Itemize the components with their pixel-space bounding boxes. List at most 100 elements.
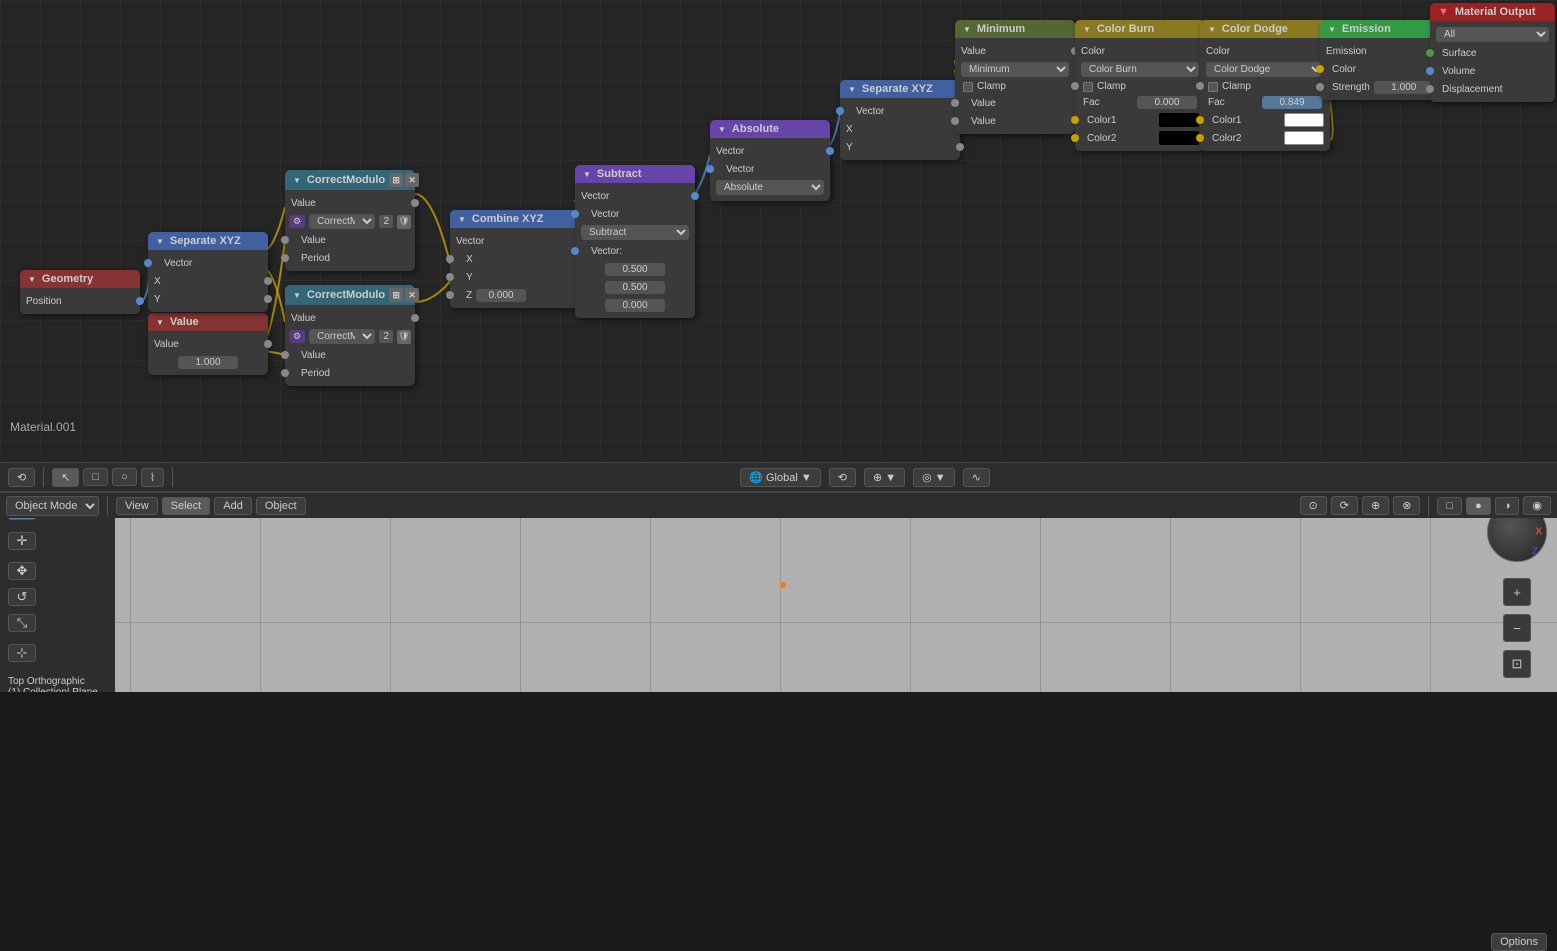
node-correct-mod-2-copy-btn[interactable]: ⊞ [389,288,403,302]
node-correct-mod-1-close-btn[interactable]: ✕ [405,173,419,187]
combine-xyz-z-input[interactable] [476,289,526,302]
socket-sep1-y-out[interactable] [264,295,272,303]
socket-combine-y-in[interactable] [446,273,454,281]
socket-absolute-vector-in[interactable] [706,165,714,173]
socket-cmod2-period-in[interactable] [281,369,289,377]
vp-tool-move[interactable]: ✥ [8,562,36,580]
color-dodge-color1-swatch[interactable] [1284,113,1324,127]
node-correct-mod-1-copy-btn[interactable]: ⊞ [389,173,403,187]
color-dodge-clamp-checkbox[interactable] [1208,82,1218,92]
vp-select-btn[interactable]: Select [162,497,211,515]
subtract-dropdown[interactable]: Subtract [581,225,689,240]
color-dodge-fac-input[interactable] [1262,96,1322,109]
toolbar-global-btn[interactable]: 🌐 Global ▼ [740,468,821,487]
minimum-dropdown[interactable]: Minimum [961,62,1069,77]
material-output-dropdown[interactable]: All [1436,27,1549,42]
color-burn-color2-swatch[interactable] [1159,131,1199,145]
socket-color-burn-fac-in[interactable] [1071,82,1079,90]
socket-value-out[interactable] [264,340,272,348]
socket-position-out[interactable] [136,297,144,305]
socket-sep2-y-out[interactable] [956,143,964,151]
vp-tool-scale[interactable]: ⤡ [8,614,36,632]
vp-solid-btn[interactable]: ● [1466,497,1491,515]
socket-color-dodge-color1-in[interactable] [1196,116,1204,124]
socket-emission-strength-in[interactable] [1316,83,1324,91]
correct-mod-1-icon[interactable]: ⚙ [289,215,305,228]
node-value[interactable]: ▼ Value Value [148,313,268,375]
color-burn-dropdown[interactable]: Color Burn [1081,62,1199,77]
socket-subtract-vector-out[interactable] [691,192,699,200]
vp-tool-cursor[interactable]: ✛ [8,532,36,550]
color-dodge-color2-swatch[interactable] [1284,131,1324,145]
toolbar-icon-btn[interactable]: ⟲ [8,468,35,487]
vp-frame-btn[interactable]: ⊡ [1503,650,1531,678]
node-sep-xyz-1[interactable]: ▼ Separate XYZ Vector X Y [148,232,268,312]
color-burn-fac-input[interactable] [1137,96,1197,109]
correct-mod-2-shield-btn[interactable]: 🛡 [397,330,411,344]
node-subtract[interactable]: ▼ Subtract Vector Vector Subtract Vector… [575,165,695,318]
toolbar-select-box[interactable]: □ [83,468,108,486]
correct-mod-1-dropdown[interactable]: CorrectMod... [309,214,375,229]
socket-color-dodge-color2-in[interactable] [1196,134,1204,142]
absolute-dropdown[interactable]: Absolute [716,180,824,195]
correct-mod-1-shield-btn[interactable]: 🛡 [397,215,411,229]
vp-proportional-btn[interactable]: ⊗ [1393,496,1420,515]
toolbar-select-cursor[interactable]: ↖ [52,468,79,487]
correct-mod-2-dropdown[interactable]: CorrectMod... [309,329,375,344]
vp-zoom-in-btn[interactable]: + [1503,578,1531,606]
vp-object-btn[interactable]: Object [256,497,306,515]
node-color-burn[interactable]: ▼ Color Burn Color Color Burn Clamp Fac [1075,20,1205,151]
socket-minimum-value-in[interactable] [951,99,959,107]
socket-cmod1-value-in[interactable] [281,236,289,244]
socket-absolute-vector-out[interactable] [826,147,834,155]
node-sep-xyz-2[interactable]: ▼ Separate XYZ Vector X Y [840,80,960,160]
socket-material-volume-in[interactable] [1426,67,1434,75]
viewport[interactable]: ↖ ✛ ✥ ↺ ⤡ ⊹ Top Orthographic (1) Collect… [0,492,1557,692]
vp-wireframe-btn[interactable]: □ [1437,497,1462,515]
socket-sep1-vector-in[interactable] [144,259,152,267]
vp-tool-transform[interactable]: ⊹ [8,644,36,662]
toolbar-select-circle[interactable]: ○ [112,468,137,486]
node-geometry[interactable]: ▼ Geometry Position [20,270,140,314]
options-button[interactable]: Options [1491,933,1547,951]
socket-material-displacement-in[interactable] [1426,85,1434,93]
vp-view-btn[interactable]: View [116,497,158,515]
node-emission[interactable]: ▼ Emission Emission Color Strength [1320,20,1440,100]
vp-gizmo-btn[interactable]: ⟳ [1331,496,1358,515]
minimum-clamp-checkbox[interactable] [963,82,973,92]
vp-zoom-out-btn[interactable]: − [1503,614,1531,642]
socket-cmod2-value-out[interactable] [411,314,419,322]
vp-overlay-btn[interactable]: ⊙ [1300,496,1327,515]
node-absolute[interactable]: ▼ Absolute Vector Vector Absolute [710,120,830,201]
socket-minimum-value2-in[interactable] [951,117,959,125]
node-minimum[interactable]: ▼ Minimum Value Minimum Clamp Value [955,20,1075,134]
socket-emission-color-in[interactable] [1316,65,1324,73]
node-editor[interactable]: ▼ Geometry Position ▼ Value Value [0,0,1557,462]
vp-snap-btn[interactable]: ⊕ [1362,496,1389,515]
viewport-object-mode-select[interactable]: Object Mode [6,496,99,516]
socket-sep1-x-out[interactable] [264,277,272,285]
toolbar-select-lasso[interactable]: ⌇ [141,468,164,487]
node-material-output[interactable]: ▼ Material Output All Surface Volume Dis… [1430,3,1555,102]
socket-subtract-vector2-in[interactable] [571,247,579,255]
socket-cmod1-period-in[interactable] [281,254,289,262]
vp-tool-rotate[interactable]: ↺ [8,588,36,606]
node-combine-xyz[interactable]: ▼ Combine XYZ Vector X Y Z [450,210,580,308]
node-collapse-arrow[interactable]: ▼ [28,275,36,284]
socket-sep2-vector-in[interactable] [836,107,844,115]
socket-color-burn-color2-in[interactable] [1071,134,1079,142]
node-value-input[interactable] [178,356,238,369]
socket-cmod1-value-out[interactable] [411,199,419,207]
emission-strength-input[interactable] [1374,81,1434,94]
node-correct-mod-2[interactable]: ▼ CorrectModulo ⊞ ✕ Value ⚙ CorrectMod..… [285,285,415,386]
color-burn-clamp-checkbox[interactable] [1083,82,1093,92]
subtract-val1-input[interactable] [605,263,665,276]
socket-material-surface-in[interactable] [1426,49,1434,57]
node-color-dodge[interactable]: ▼ Color Dodge Color Color Dodge Clamp Fa… [1200,20,1330,151]
color-burn-color1-swatch[interactable] [1159,113,1199,127]
subtract-val3-input[interactable] [605,299,665,312]
node-correct-mod-2-close-btn[interactable]: ✕ [405,288,419,302]
toolbar-transform-btn[interactable]: ⟲ [829,468,856,487]
vp-material-preview-btn[interactable]: ◑ [1495,497,1520,515]
socket-color-burn-color1-in[interactable] [1071,116,1079,124]
